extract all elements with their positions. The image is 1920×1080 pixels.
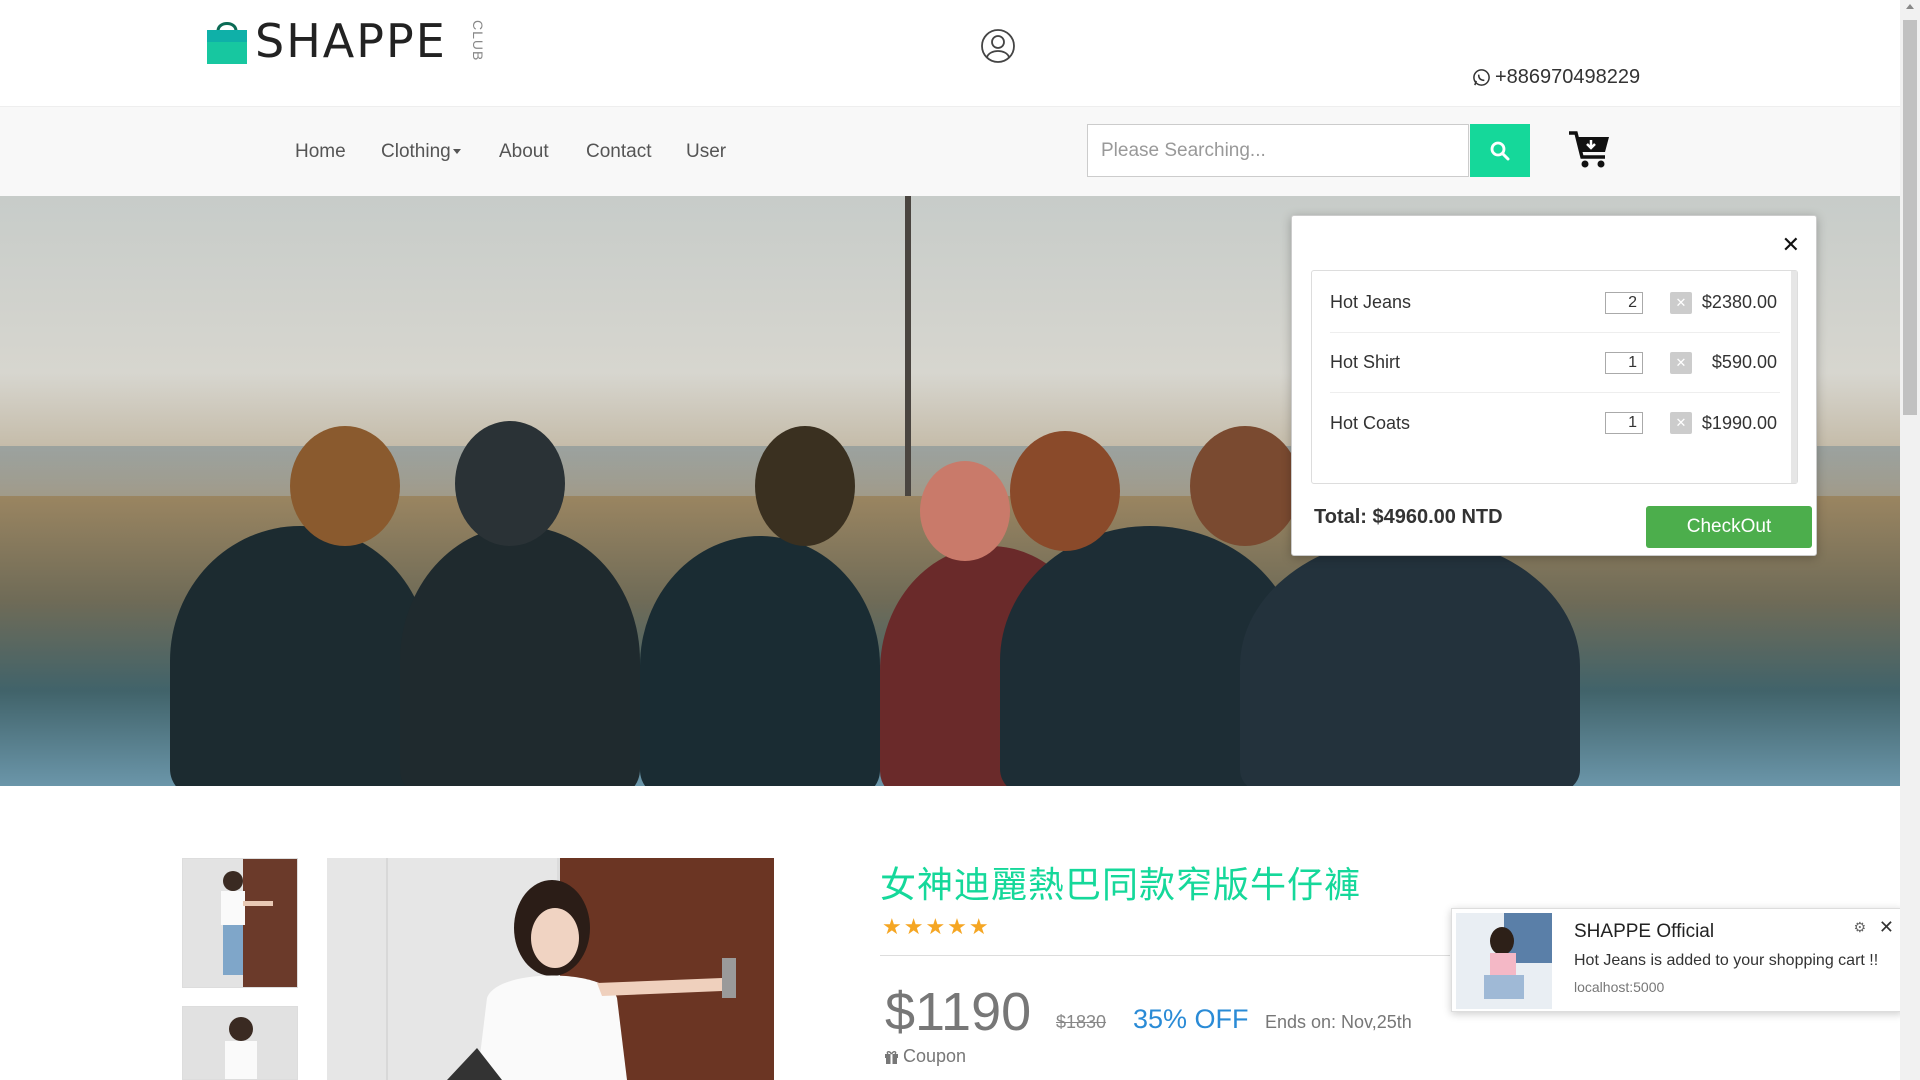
divider [880, 955, 1450, 956]
cart-item-qty-input[interactable]: 1 [1605, 412, 1643, 434]
nav-contact[interactable]: Contact [586, 141, 651, 163]
cart-item-price: $590.00 [1711, 352, 1777, 372]
nav-clothing-label: Clothing [381, 141, 451, 162]
cart-total: Total: $4960.00 NTD [1314, 506, 1503, 528]
banner-person-head [1010, 431, 1120, 551]
caret-down-icon [452, 149, 461, 155]
phone-number: +886970498229 [1495, 66, 1641, 88]
notification-message: Hot Jeans is added to your shopping cart… [1574, 952, 1879, 969]
main-navbar: Home Clothing About Contact User Please … [0, 106, 1900, 196]
page-scrollbar[interactable] [1900, 0, 1920, 1080]
cart-item-name: Hot Shirt [1330, 352, 1401, 372]
close-icon[interactable]: ✕ [1879, 917, 1894, 938]
scrollbar-thumb[interactable] [1903, 20, 1917, 415]
phone-contact[interactable]: +886970498229 [1472, 66, 1640, 89]
product-main-image[interactable] [327, 858, 774, 1080]
gear-icon[interactable]: ⚙ [1853, 919, 1866, 936]
banner-person-head [1190, 426, 1300, 546]
checkout-button[interactable]: CheckOut [1646, 506, 1812, 548]
cart-item-qty-input[interactable]: 2 [1605, 291, 1643, 314]
banner-person-head [920, 461, 1010, 561]
banner-person-head [455, 421, 565, 546]
search-button[interactable] [1470, 124, 1530, 177]
search-placeholder: Please Searching... [1101, 139, 1266, 161]
nav-home[interactable]: Home [295, 141, 346, 163]
scroll-up-icon[interactable] [1906, 4, 1914, 9]
cart-item-qty-input[interactable]: 1 [1605, 351, 1643, 374]
product-main-image-art [327, 858, 774, 1080]
banner-person [170, 526, 430, 786]
notification-image [1456, 913, 1552, 1009]
rating-stars: ★★★★★ [882, 914, 991, 939]
gift-icon [885, 1051, 898, 1064]
nav-clothing-dropdown[interactable]: Clothing [381, 141, 461, 163]
cart-item-price: $1990.00 [1701, 412, 1777, 433]
product-title: 女神迪麗熱巴同款窄版牛仔褲 [880, 865, 1362, 906]
cart-item-list: Hot Jeans 2 ✕ $2380.00 Hot Shirt 1 ✕ $59… [1311, 270, 1798, 484]
logo-club-label: CLUB [470, 20, 486, 62]
cart-notification[interactable]: SHAPPE Official Hot Jeans is added to yo… [1451, 908, 1903, 1012]
notification-title: SHAPPE Official [1574, 921, 1715, 942]
shopping-bag-icon [207, 22, 247, 64]
product-old-price: $1830 [1056, 1012, 1107, 1032]
site-logo[interactable]: SHAPPE [205, 14, 447, 68]
coupon-link[interactable]: Coupon [884, 1046, 966, 1067]
cart-item-row: Hot Coats 1 ✕ $1990.00 [1330, 393, 1780, 453]
cart-item-name: Hot Jeans [1330, 292, 1412, 312]
product-thumbnail[interactable] [182, 858, 298, 988]
cart-list-scrollbar[interactable] [1791, 271, 1797, 483]
close-icon[interactable]: ✕ [1782, 232, 1800, 258]
banner-tree [905, 196, 911, 496]
remove-item-button[interactable]: ✕ [1670, 412, 1692, 434]
user-account-icon[interactable] [980, 28, 1016, 64]
nav-user[interactable]: User [686, 141, 726, 163]
coupon-label: Coupon [903, 1046, 967, 1066]
discount-label: 35% OFF [1133, 1004, 1249, 1034]
cart-item-row: Hot Jeans 2 ✕ $2380.00 [1330, 273, 1780, 333]
cart-popup: ✕ Hot Jeans 2 ✕ $2380.00 Hot Shirt 1 ✕ $… [1291, 215, 1817, 556]
banner-person-head [290, 426, 400, 546]
cart-item-row: Hot Shirt 1 ✕ $590.00 [1330, 333, 1780, 393]
banner-person [640, 536, 880, 786]
banner-person [400, 526, 640, 786]
top-header: SHAPPE CLUB +886970498229 [0, 0, 1900, 106]
product-thumbnail-image [183, 1007, 297, 1079]
whatsapp-icon [1473, 69, 1490, 86]
banner-person [1240, 536, 1580, 786]
shopping-cart-icon[interactable] [1567, 127, 1613, 171]
banner-person-head [755, 426, 855, 546]
cart-item-price: $2380.00 [1701, 292, 1777, 312]
nav-about[interactable]: About [499, 141, 549, 163]
remove-item-button[interactable]: ✕ [1670, 351, 1692, 374]
logo-text: SHAPPE [255, 14, 447, 68]
sale-end-date: Ends on: Nov,25th [1265, 1012, 1412, 1032]
search-icon [1490, 141, 1510, 160]
product-thumbnail[interactable] [182, 1006, 298, 1080]
product-thumbnail-image [183, 859, 297, 987]
search-input[interactable]: Please Searching... [1087, 124, 1469, 177]
remove-item-button[interactable]: ✕ [1670, 291, 1692, 314]
product-price: $1190 [885, 982, 1032, 1042]
notification-source: localhost:5000 [1574, 979, 1665, 995]
cart-item-name: Hot Coats [1330, 412, 1411, 433]
